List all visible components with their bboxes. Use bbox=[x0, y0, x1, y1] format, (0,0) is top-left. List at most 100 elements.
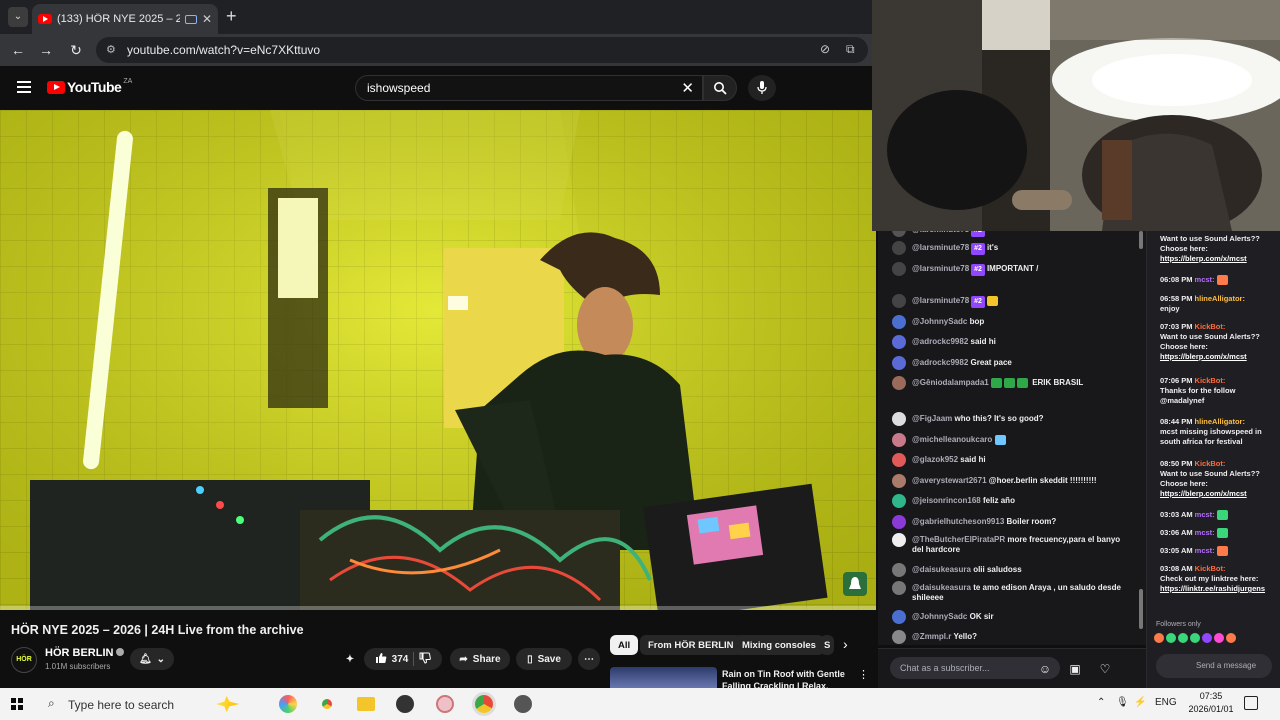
chip-from-channel[interactable]: From HÖR BERLIN bbox=[640, 635, 742, 655]
picture-in-picture-icon[interactable]: ⧉ bbox=[846, 42, 855, 57]
alert-user[interactable]: mcst: bbox=[1195, 528, 1215, 537]
super-chat-icon[interactable]: ▣ bbox=[1066, 660, 1084, 678]
search-input[interactable]: ishowspeed ✕ bbox=[355, 75, 703, 101]
search-button[interactable] bbox=[703, 75, 737, 101]
chat-username[interactable]: @larsminute78 bbox=[912, 243, 969, 252]
youtube-logo[interactable]: YouTube ZA bbox=[47, 78, 132, 95]
suggested-video-title[interactable]: Rain on Tin Roof with Gentle Falling Cra… bbox=[722, 668, 847, 690]
alert-user[interactable]: KickBot: bbox=[1195, 564, 1226, 573]
chat-username[interactable]: @adrockc9982 bbox=[912, 337, 968, 346]
like-button[interactable] bbox=[375, 652, 387, 667]
chat-username[interactable]: @TheButcherElPirataPR bbox=[912, 535, 1005, 544]
heart-icon[interactable]: ♡ bbox=[1096, 660, 1114, 678]
chat-username[interactable]: @michelleanoukcaro bbox=[912, 435, 992, 444]
chat-scrollbar[interactable] bbox=[1136, 231, 1146, 645]
chrome-active-icon[interactable] bbox=[475, 695, 493, 713]
scrollbar-thumb[interactable] bbox=[1139, 231, 1143, 249]
taskbar-search-placeholder[interactable]: Type here to search bbox=[68, 698, 174, 712]
chat-username[interactable]: @larsminute78 bbox=[912, 231, 969, 234]
address-bar[interactable]: ⚙ youtube.com/watch?v=eNc7XKttuvo ⊘ ⧉ bbox=[96, 37, 868, 63]
voice-search-button[interactable] bbox=[748, 75, 776, 101]
chevron-right-icon[interactable]: › bbox=[843, 636, 848, 652]
chevron-up-icon[interactable]: ⌃ bbox=[1097, 697, 1105, 708]
chip-mixing-consoles[interactable]: Mixing consoles bbox=[734, 635, 824, 655]
chat-username[interactable]: @JohnnySadc bbox=[912, 317, 967, 326]
live-chat[interactable]: @larsminute78#2 @larsminute78#2it's @lar… bbox=[878, 231, 1136, 645]
channel-name-text[interactable]: HÖR BERLIN bbox=[45, 647, 113, 659]
chat-username[interactable]: @JohnnySadc bbox=[912, 612, 967, 621]
alert-user[interactable]: mcst: bbox=[1195, 510, 1215, 519]
alert-link[interactable]: https://blerp.com/x/mcst bbox=[1160, 489, 1247, 498]
network-icon[interactable]: ⚡ bbox=[1134, 697, 1146, 708]
chat-username[interactable]: @daisukeasura bbox=[912, 565, 971, 574]
chat-username[interactable]: @adrockc9982 bbox=[912, 358, 968, 367]
chat-username[interactable]: @larsminute78 bbox=[912, 264, 969, 273]
camera-blocked-icon[interactable]: ⊘ bbox=[820, 42, 830, 56]
notification-center-icon[interactable] bbox=[1244, 696, 1258, 710]
chrome-icon[interactable] bbox=[318, 695, 336, 713]
chat-username[interactable]: @jeisonrincon168 bbox=[912, 496, 981, 505]
share-button[interactable]: ➦ Share bbox=[450, 648, 510, 670]
forward-arrow-icon[interactable]: → bbox=[36, 40, 56, 60]
scrollbar-thumb[interactable] bbox=[1139, 589, 1143, 629]
chat-username[interactable]: @gabrielhutcheson9913 bbox=[912, 517, 1004, 526]
like-count[interactable]: 374 bbox=[392, 654, 409, 665]
chat-input[interactable]: Chat as a subscriber... bbox=[890, 657, 1060, 679]
chat-input-bar: Chat as a subscriber... ☺ ▣ ♡ bbox=[878, 648, 1146, 688]
more-vertical-icon[interactable]: ⋮ bbox=[858, 668, 869, 681]
windows-start-icon[interactable] bbox=[11, 698, 23, 710]
file-explorer-icon[interactable] bbox=[357, 697, 375, 711]
chat-username[interactable]: @glazok952 bbox=[912, 455, 958, 464]
menu-icon[interactable] bbox=[17, 81, 31, 93]
channel-name[interactable]: HÖR BERLIN bbox=[45, 647, 125, 659]
chip-more[interactable]: S bbox=[820, 635, 835, 655]
dislike-button[interactable] bbox=[419, 652, 432, 667]
alert-user[interactable]: KickBot: bbox=[1195, 322, 1226, 331]
video-player[interactable] bbox=[0, 110, 876, 610]
video-progress-bar[interactable] bbox=[0, 606, 876, 610]
chat-username[interactable]: @daisukeasura bbox=[912, 583, 971, 592]
chip-all[interactable]: All bbox=[610, 635, 639, 655]
alert-user[interactable]: KickBot: bbox=[1195, 459, 1226, 468]
chat-username[interactable]: @FigJaam bbox=[912, 414, 952, 423]
send-message-placeholder[interactable]: Send a message bbox=[1196, 661, 1256, 670]
save-button[interactable]: ▯ Save bbox=[516, 648, 572, 670]
emoji-icon[interactable]: ☺ bbox=[1036, 660, 1054, 678]
taskbar-search[interactable]: ⌕ Type here to search bbox=[38, 690, 274, 718]
chat-username[interactable]: @averystewart2671 bbox=[912, 476, 987, 485]
channel-avatar[interactable]: HÖR bbox=[11, 647, 37, 673]
tab-search-button[interactable]: ⌄ bbox=[8, 7, 28, 27]
microphone-icon[interactable]: 🎙︎ bbox=[1116, 697, 1129, 708]
alert-user[interactable]: KickBot: bbox=[1195, 376, 1226, 385]
copilot-icon[interactable] bbox=[279, 695, 297, 713]
browser-tab-active[interactable]: (133) HÖR NYE 2025 – 2026 ✕ bbox=[32, 4, 218, 34]
new-tab-button[interactable]: + bbox=[226, 6, 237, 27]
obs-icon[interactable] bbox=[396, 695, 414, 713]
chat-username[interactable]: @larsminute78 bbox=[912, 296, 969, 305]
tab-close-icon[interactable]: ✕ bbox=[202, 12, 212, 26]
alert-user[interactable]: mcst: bbox=[1195, 275, 1215, 284]
alert-user[interactable]: mcst: bbox=[1195, 546, 1215, 555]
snipping-tool-icon[interactable] bbox=[436, 695, 454, 713]
url-text[interactable]: youtube.com/watch?v=eNc7XKttuvo bbox=[127, 43, 320, 57]
back-arrow-icon[interactable]: ← bbox=[8, 40, 28, 60]
language-indicator[interactable]: ENG bbox=[1155, 697, 1177, 708]
search-query[interactable]: ishowspeed bbox=[367, 81, 430, 95]
alert-link[interactable]: https://blerp.com/x/mcst bbox=[1160, 254, 1247, 263]
taskbar-clock[interactable]: 07:35 2026/01/01 bbox=[1188, 690, 1234, 716]
chat-username[interactable]: @Gêniodalampada1 bbox=[912, 378, 989, 387]
more-actions-button[interactable]: ⋯ bbox=[578, 648, 600, 670]
chat-username[interactable]: @Zmmpl.r bbox=[912, 632, 951, 641]
clear-search-icon[interactable]: ✕ bbox=[681, 79, 694, 97]
alert-link[interactable]: https://linktr.ee/rashidjurgens bbox=[1160, 584, 1265, 593]
alert-user[interactable]: hlineAlligator: bbox=[1195, 417, 1245, 426]
notification-bell-button[interactable]: 🔔︎ ⌄ bbox=[130, 648, 174, 670]
send-message-input[interactable]: Send a message bbox=[1156, 654, 1272, 678]
suggested-video-thumbnail[interactable] bbox=[610, 667, 717, 689]
alert-user[interactable]: hlineAlligator: bbox=[1195, 294, 1245, 303]
alert-link[interactable]: https://blerp.com/x/mcst bbox=[1160, 352, 1247, 361]
site-info-icon[interactable]: ⚙ bbox=[106, 43, 116, 56]
reload-icon[interactable]: ↻ bbox=[66, 40, 86, 60]
clip-button[interactable]: ✦ bbox=[340, 648, 360, 670]
app-icon[interactable] bbox=[514, 695, 532, 713]
